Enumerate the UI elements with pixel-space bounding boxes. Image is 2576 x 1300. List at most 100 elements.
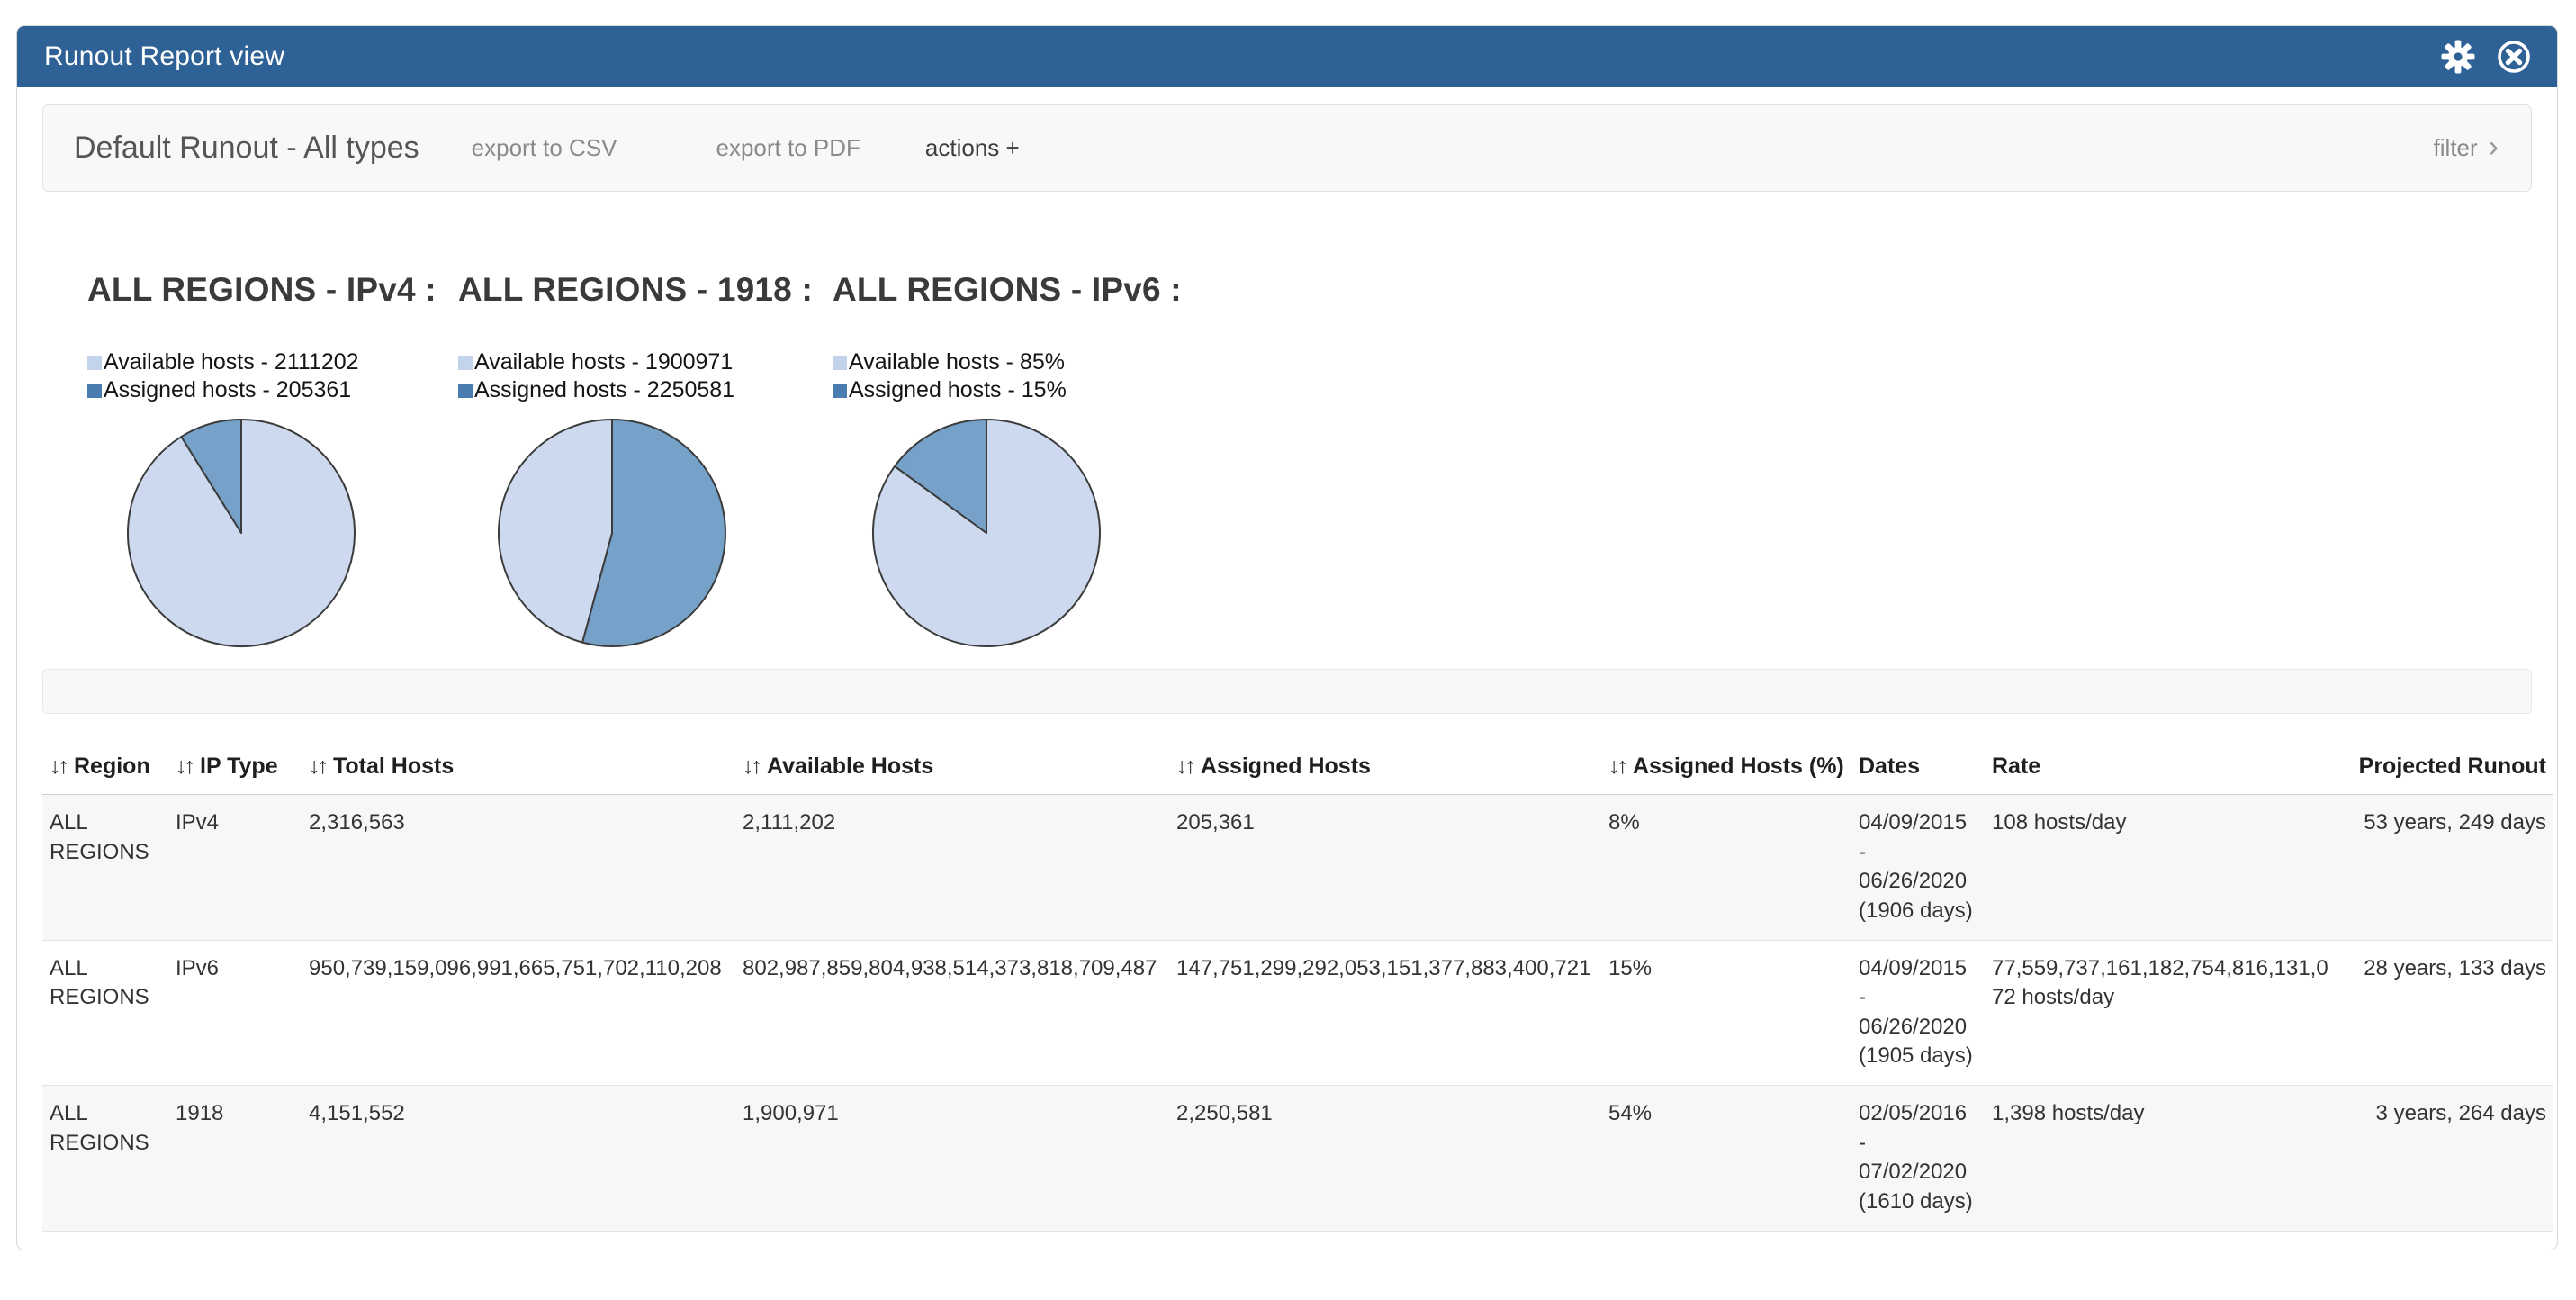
chart-legend: Available hosts - 1900971Assigned hosts … bbox=[458, 348, 818, 404]
sort-arrows-icon: ↓↑ bbox=[1608, 754, 1626, 779]
runout-table-wrap: ↓↑ Region ↓↑ IP Type ↓↑ Total Hosts ↓↑ Availabl… bbox=[42, 739, 2532, 1232]
legend-item: Available hosts - 2111202 bbox=[87, 348, 447, 376]
cell-assigned_hosts: 205,361 bbox=[1169, 795, 1601, 941]
sort-arrows-icon: ↓↑ bbox=[50, 754, 67, 779]
column-label: Available Hosts bbox=[767, 754, 933, 779]
pie-chart-wrap bbox=[496, 417, 728, 649]
column-label: Assigned Hosts (%) bbox=[1633, 754, 1844, 779]
runout-report-panel: Runout Report view bbox=[16, 25, 2558, 1250]
cell-projected: 53 years, 249 days bbox=[2346, 795, 2553, 941]
cell-projected: 28 years, 133 days bbox=[2346, 940, 2553, 1086]
column-header-assigned_pct[interactable]: ↓↑ Assigned Hosts (%) bbox=[1601, 739, 1851, 795]
window-title: Runout Report view bbox=[44, 41, 284, 72]
column-label: Dates bbox=[1859, 754, 1920, 779]
cell-assigned_hosts: 2,250,581 bbox=[1169, 1086, 1601, 1232]
legend-swatch-icon bbox=[87, 384, 102, 398]
cell-total_hosts: 950,739,159,096,991,665,751,702,110,208 bbox=[302, 940, 735, 1086]
legend-item: Available hosts - 85% bbox=[833, 348, 1193, 376]
chart-group: ALL REGIONS - 1918 : Available hosts - 19… bbox=[458, 271, 818, 649]
sort-arrows-icon: ↓↑ bbox=[743, 754, 760, 779]
filter-toggle[interactable]: filter › bbox=[2434, 133, 2499, 164]
pie-chart-wrap bbox=[125, 417, 357, 649]
chart-title: ALL REGIONS - 1918 : bbox=[458, 271, 818, 309]
cell-assigned_pct: 8% bbox=[1601, 795, 1851, 941]
legend-label: Assigned hosts - 15% bbox=[849, 377, 1067, 403]
cell-assigned_pct: 15% bbox=[1601, 940, 1851, 1086]
column-header-rate: Rate bbox=[1985, 739, 2346, 795]
window-titlebar: Runout Report view bbox=[17, 26, 2557, 87]
chart-legend: Available hosts - 2111202Assigned hosts … bbox=[87, 348, 447, 404]
table-row[interactable]: ALL REGIONSIPv6950,739,159,096,991,665,7… bbox=[42, 940, 2553, 1086]
column-header-dates: Dates bbox=[1851, 739, 1985, 795]
table-header-row: ↓↑ Region ↓↑ IP Type ↓↑ Total Hosts ↓↑ Availabl… bbox=[42, 739, 2553, 795]
legend-swatch-icon bbox=[87, 356, 102, 370]
chart-legend: Available hosts - 85%Assigned hosts - 15… bbox=[833, 348, 1193, 404]
cell-total_hosts: 4,151,552 bbox=[302, 1086, 735, 1232]
pie-chart bbox=[496, 417, 728, 649]
cell-assigned_pct: 54% bbox=[1601, 1086, 1851, 1232]
cell-region: ALL REGIONS bbox=[42, 795, 168, 941]
cell-rate: 77,559,737,161,182,754,816,131,072 hosts… bbox=[1985, 940, 2346, 1086]
sort-arrows-icon: ↓↑ bbox=[176, 754, 193, 779]
section-separator-bar bbox=[42, 669, 2532, 714]
table-row[interactable]: ALL REGIONSIPv42,316,5632,111,202205,361… bbox=[42, 795, 2553, 941]
report-toolbar: Default Runout - All types export to CSV… bbox=[42, 104, 2532, 192]
chart-title: ALL REGIONS - IPv6 : bbox=[833, 271, 1193, 309]
charts-row: ALL REGIONS - IPv4 : Available hosts - 21… bbox=[17, 210, 2557, 660]
legend-label: Available hosts - 85% bbox=[849, 349, 1065, 375]
cell-assigned_hosts: 147,751,299,292,053,151,377,883,400,721 bbox=[1169, 940, 1601, 1086]
cell-dates: 04/09/2015 - 06/26/2020 (1905 days) bbox=[1851, 940, 1985, 1086]
legend-item: Available hosts - 1900971 bbox=[458, 348, 818, 376]
close-circle-icon[interactable] bbox=[2496, 39, 2532, 75]
legend-swatch-icon bbox=[458, 384, 473, 398]
cell-rate: 1,398 hosts/day bbox=[1985, 1086, 2346, 1232]
chart-title: ALL REGIONS - IPv4 : bbox=[87, 271, 447, 309]
cell-region: ALL REGIONS bbox=[42, 940, 168, 1086]
column-label: Assigned Hosts bbox=[1201, 754, 1371, 779]
column-label: Rate bbox=[1992, 754, 2040, 779]
cell-dates: 04/09/2015 - 06/26/2020 (1906 days) bbox=[1851, 795, 1985, 941]
legend-item: Assigned hosts - 2250581 bbox=[458, 376, 818, 404]
cell-ip_type: IPv4 bbox=[168, 795, 302, 941]
cell-available_hosts: 1,900,971 bbox=[735, 1086, 1169, 1232]
cell-rate: 108 hosts/day bbox=[1985, 795, 2346, 941]
column-header-ip_type[interactable]: ↓↑ IP Type bbox=[168, 739, 302, 795]
cell-ip_type: 1918 bbox=[168, 1086, 302, 1232]
cell-ip_type: IPv6 bbox=[168, 940, 302, 1086]
column-label: Projected Runout bbox=[2359, 754, 2546, 779]
gear-icon[interactable] bbox=[2440, 39, 2476, 75]
legend-label: Available hosts - 2111202 bbox=[104, 349, 359, 375]
chevron-right-icon: › bbox=[2489, 131, 2499, 162]
legend-label: Assigned hosts - 2250581 bbox=[474, 377, 734, 403]
pie-chart-wrap bbox=[870, 417, 1103, 649]
export-pdf-link[interactable]: export to PDF bbox=[716, 134, 860, 162]
column-header-projected: Projected Runout bbox=[2346, 739, 2553, 795]
legend-swatch-icon bbox=[833, 384, 847, 398]
sort-arrows-icon: ↓↑ bbox=[309, 754, 326, 779]
cell-total_hosts: 2,316,563 bbox=[302, 795, 735, 941]
report-title: Default Runout - All types bbox=[74, 131, 419, 166]
legend-swatch-icon bbox=[458, 356, 473, 370]
column-header-total_hosts[interactable]: ↓↑ Total Hosts bbox=[302, 739, 735, 795]
legend-swatch-icon bbox=[833, 356, 847, 370]
runout-table: ↓↑ Region ↓↑ IP Type ↓↑ Total Hosts ↓↑ Availabl… bbox=[42, 739, 2553, 1232]
export-csv-link[interactable]: export to CSV bbox=[472, 134, 617, 162]
legend-label: Available hosts - 1900971 bbox=[474, 349, 733, 375]
actions-menu-button[interactable]: actions + bbox=[925, 134, 1020, 162]
filter-label: filter bbox=[2434, 134, 2478, 162]
column-label: Region bbox=[74, 754, 150, 779]
chart-group: ALL REGIONS - IPv6 : Available hosts - 85… bbox=[833, 271, 1193, 649]
column-header-assigned_hosts[interactable]: ↓↑Assigned Hosts bbox=[1169, 739, 1601, 795]
cell-available_hosts: 802,987,859,804,938,514,373,818,709,487 bbox=[735, 940, 1169, 1086]
legend-item: Assigned hosts - 15% bbox=[833, 376, 1193, 404]
column-header-region[interactable]: ↓↑ Region bbox=[42, 739, 168, 795]
cell-dates: 02/05/2016 - 07/02/2020 (1610 days) bbox=[1851, 1086, 1985, 1232]
cell-projected: 3 years, 264 days bbox=[2346, 1086, 2553, 1232]
cell-region: ALL REGIONS bbox=[42, 1086, 168, 1232]
column-label: Total Hosts bbox=[333, 754, 454, 779]
table-row[interactable]: ALL REGIONS19184,151,5521,900,9712,250,5… bbox=[42, 1086, 2553, 1232]
chart-group: ALL REGIONS - IPv4 : Available hosts - 21… bbox=[87, 271, 447, 649]
pie-chart bbox=[870, 417, 1103, 649]
column-header-available_hosts[interactable]: ↓↑ Available Hosts bbox=[735, 739, 1169, 795]
column-label: IP Type bbox=[200, 754, 278, 779]
